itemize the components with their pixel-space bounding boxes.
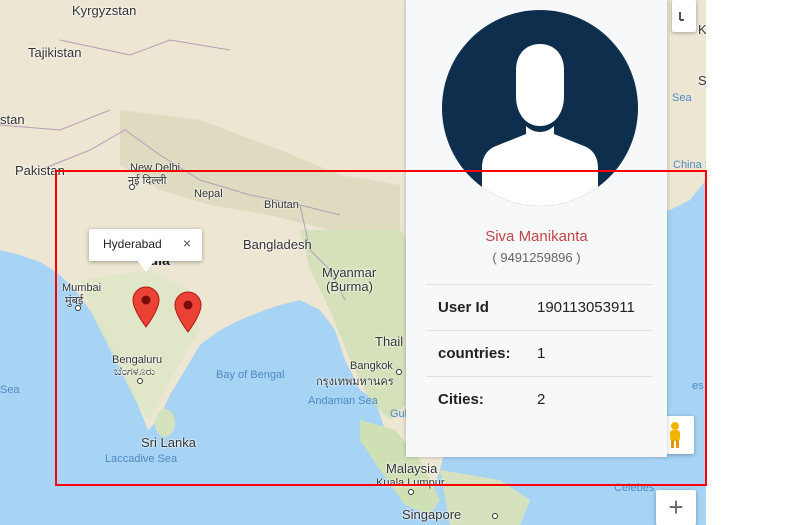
marker-infowindow: Hyderabad × <box>89 229 202 272</box>
label-nepal: Nepal <box>194 188 223 200</box>
user-name: Siva Manikanta <box>485 228 588 245</box>
row-label: countries: <box>426 330 537 377</box>
label-gulf-fragment: Gul <box>390 408 408 420</box>
row-value: 2 <box>537 376 653 422</box>
label-laccadive-sea: Laccadive Sea <box>105 453 178 465</box>
label-sea-fragment: Sea <box>0 384 20 396</box>
zoom-in-button[interactable]: + <box>656 490 696 525</box>
label-kyrgyzstan: Kyrgyzstan <box>72 3 137 18</box>
label-china-sea-fragment: China S <box>673 159 706 171</box>
label-bangladesh: Bangladesh <box>243 237 312 252</box>
user-profile-card: Siva Manikanta ( 9491259896 ) User Id 19… <box>406 0 667 457</box>
label-kuala-lumpur: Kuala Lumpur <box>376 477 445 489</box>
user-phone: ( 9491259896 ) <box>492 250 581 265</box>
label-bay-of-bengal: Bay of Bengal <box>216 369 285 381</box>
label-bangkok: Bangkok <box>350 360 393 372</box>
label-sri-lanka: Sri Lanka <box>141 435 196 450</box>
label-stan-fragment: stan <box>0 112 25 127</box>
close-icon[interactable]: × <box>183 235 191 251</box>
row-value: 1 <box>537 330 653 377</box>
label-burma: (Burma) <box>326 279 373 294</box>
infowindow-tail <box>137 260 155 272</box>
user-avatar <box>442 10 638 206</box>
row-label: Cities: <box>426 376 537 422</box>
city-dot-bengaluru <box>137 378 143 384</box>
label-bengaluru: Bengaluru <box>112 354 163 366</box>
infowindow-city-label: Hyderabad <box>103 237 162 251</box>
label-malaysia: Malaysia <box>386 461 438 476</box>
label-right-es-fragment: es <box>692 380 704 392</box>
table-row: countries: 1 <box>426 330 653 377</box>
row-value: 190113053911 <box>537 284 653 331</box>
table-row: Cities: 2 <box>426 376 653 422</box>
label-right-s-fragment: S <box>698 73 706 88</box>
city-dot-bangkok <box>396 369 402 375</box>
label-bhutan: Bhutan <box>264 199 299 211</box>
label-thailand: Thail <box>375 334 404 349</box>
city-dot-new-delhi <box>129 184 135 190</box>
label-bengaluru-local: ಬೆಂಗಳೂರು <box>114 366 156 378</box>
fullscreen-button[interactable] <box>672 0 696 32</box>
city-dot-mumbai <box>75 305 81 311</box>
pegman-icon <box>670 422 680 448</box>
label-pakistan: Pakistan <box>15 163 65 178</box>
row-label: User Id <box>426 284 537 331</box>
map-marker-hyderabad[interactable] <box>132 286 160 328</box>
label-andaman-sea: Andaman Sea <box>308 395 378 407</box>
label-singapore: Singapore <box>402 507 462 522</box>
city-dot-singapore <box>492 513 498 519</box>
label-right-sea-fragment: Sea <box>672 92 692 104</box>
user-silhouette-icon <box>482 44 598 206</box>
table-row: User Id 190113053911 <box>426 284 653 331</box>
user-info-table: User Id 190113053911 countries: 1 Cities… <box>426 284 653 422</box>
label-celebes-fragment: Celebes <box>614 482 655 494</box>
map-marker-vijayawada[interactable] <box>174 291 202 333</box>
fullscreen-icon <box>679 12 684 21</box>
city-dot-kuala-lumpur <box>408 489 414 495</box>
label-tajikistan: Tajikistan <box>28 45 82 60</box>
page-right-margin <box>706 0 805 525</box>
label-right-k-fragment: K <box>698 22 706 37</box>
label-myanmar: Myanmar <box>322 265 377 280</box>
label-bangkok-local: กรุงเทพมหานคร <box>316 376 394 388</box>
